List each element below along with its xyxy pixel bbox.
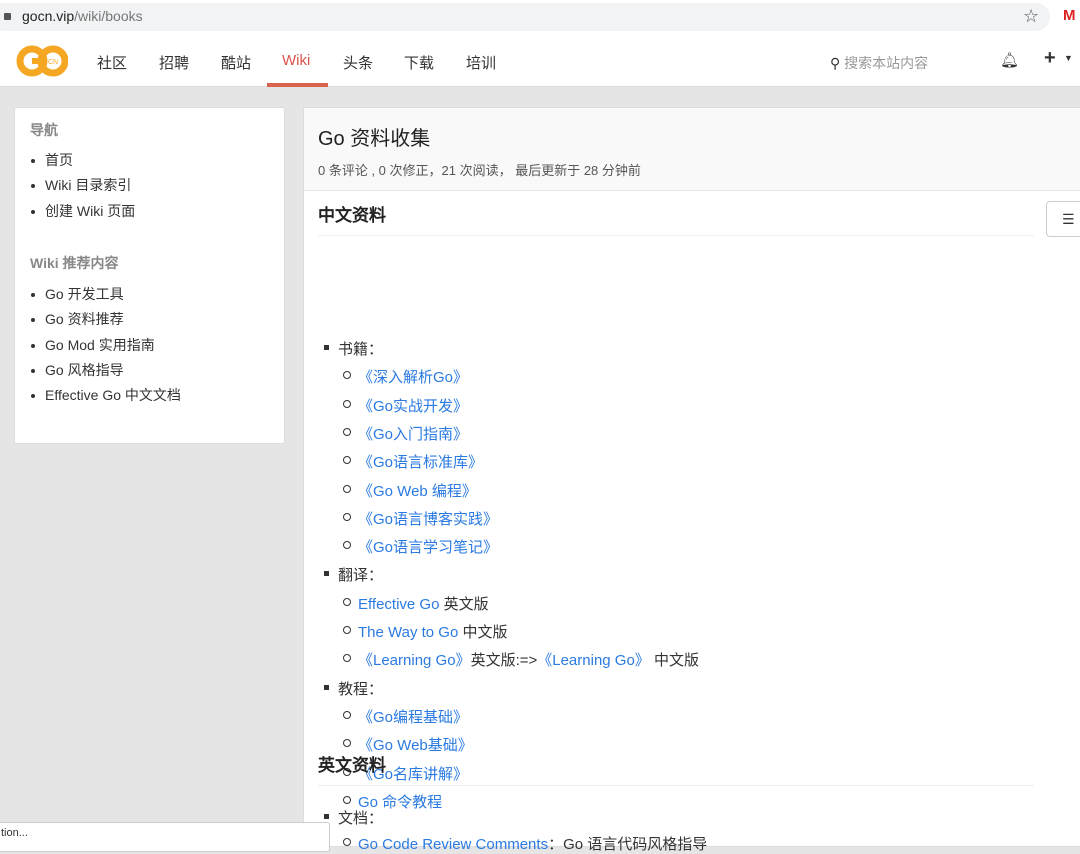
url-path: /wiki/books (74, 8, 143, 24)
resource-link[interactable]: 《Go语言标准库》 (358, 454, 483, 471)
search-icon: ⚲ (830, 55, 841, 71)
sidebar-item-create-wiki[interactable]: 创建 Wiki 页面 (30, 199, 135, 224)
plus-icon[interactable]: + (1044, 47, 1056, 70)
wiki-content: Go 资料收集 0 条评论 , 0 次修正，21 次阅读， 最后更新于 28 分… (303, 107, 1080, 853)
book-item: 《Go实战开发》 (342, 395, 468, 416)
url-field[interactable] (0, 3, 1050, 31)
books-label: 书籍： (323, 338, 384, 359)
resource-text: 中文版 (458, 624, 508, 641)
nav-item-sites[interactable]: 酷站 (221, 52, 251, 73)
sidebar-rec-item[interactable]: Go 开发工具 (31, 282, 181, 307)
sidebar-rec-item[interactable]: Go 资料推荐 (31, 307, 181, 332)
search-placeholder: 搜索本站内容 (844, 55, 929, 71)
sidebar-rec-item[interactable]: Go 风格指导 (31, 358, 181, 383)
tutorials-label: 教程： (323, 678, 384, 699)
sidebar-nav-list: 首页 Wiki 目录索引 创建 Wiki 页面 (30, 148, 135, 224)
site-navbar: CN 社区 招聘 酷站 Wiki 头条 下载 培训 ⚲ 搜索本站内容 🔔︎ + … (0, 36, 1080, 87)
book-item: 《深入解析Go》 (342, 366, 468, 387)
resource-text: 中文版 (649, 652, 699, 670)
sidebar-rec-item[interactable]: Go Mod 实用指南 (31, 333, 181, 358)
sidebar-item-home[interactable]: 首页 (30, 148, 135, 173)
resource-link[interactable]: Effective Go (358, 596, 439, 613)
translations-label: 翻译： (323, 564, 384, 585)
resource-link[interactable]: 《Go语言学习笔记》 (358, 539, 498, 556)
sidebar-rec-list: Go 开发工具 Go 资料推荐 Go Mod 实用指南 Go 风格指导 Effe… (31, 282, 181, 408)
section-chinese: 中文资料 (318, 201, 1034, 236)
resource-link[interactable]: 《Learning Go》 (537, 652, 650, 669)
url-text[interactable]: gocn.vip/wiki/books (22, 8, 143, 24)
resource-text: 书籍： (338, 341, 384, 358)
toc-list-icon[interactable]: ☰ (1046, 201, 1080, 237)
nav-item-headlines[interactable]: 头条 (343, 52, 373, 73)
gocn-logo[interactable]: CN (16, 45, 68, 77)
active-tab-indicator (267, 83, 328, 87)
page-meta: 0 条评论 , 0 次修正，21 次阅读， 最后更新于 28 分钟前 (318, 163, 641, 178)
resource-text: 教程： (338, 680, 384, 698)
book-item: 《Go入门指南》 (342, 423, 468, 444)
nav-item-wiki[interactable]: Wiki (282, 52, 310, 69)
book-item: 《Go语言学习笔记》 (342, 536, 498, 557)
nav-item-community[interactable]: 社区 (97, 52, 127, 73)
resource-text: 英文版:=> (470, 652, 538, 670)
docs-item: Go Code Review Comments：Go 语言代码风格指导 (342, 833, 707, 854)
bell-icon[interactable]: 🔔︎ (1000, 51, 1019, 69)
resource-link[interactable]: 《Go实战开发》 (358, 398, 468, 415)
resource-link[interactable]: 《深入解析Go》 (358, 369, 468, 386)
nav-item-jobs[interactable]: 招聘 (159, 52, 189, 73)
gmail-extension-icon[interactable]: M (1063, 7, 1076, 24)
sidebar-nav-title: 导航 (30, 122, 58, 138)
resource-text: 翻译： (338, 567, 384, 585)
tutorial-item: 《Go编程基础》 (342, 706, 468, 727)
section-english: 英文资料 (318, 751, 1034, 786)
url-host: gocn.vip (22, 8, 75, 24)
status-bar: tion... (0, 822, 330, 852)
book-item: 《Go Web 编程》 (343, 480, 477, 501)
page-title: Go 资料收集 (318, 128, 431, 150)
resource-link[interactable]: 《Learning Go》 (358, 652, 471, 669)
sidebar-item-wiki-index[interactable]: Wiki 目录索引 (30, 173, 135, 198)
sidebar-rec-title: Wiki 推荐内容 (30, 255, 119, 271)
docs-label: 文档： (323, 807, 383, 828)
nav-item-downloads[interactable]: 下载 (404, 52, 434, 73)
resource-link[interactable]: The Way to Go (358, 624, 458, 641)
translation-item: Effective Go 英文版 (343, 593, 489, 614)
sidebar: 导航 首页 Wiki 目录索引 创建 Wiki 页面 Wiki 推荐内容 Go … (14, 107, 285, 444)
search-input[interactable]: ⚲ 搜索本站内容 (830, 53, 928, 73)
translation-item: 《Learning Go》英文版:=>《Learning Go》 中文版 (343, 649, 699, 670)
logo-sub: CN (48, 59, 58, 66)
resource-link[interactable]: 《Go编程基础》 (358, 709, 468, 726)
resource-text: 英文版 (439, 595, 489, 613)
nav-item-training[interactable]: 培训 (466, 52, 496, 73)
resource-link[interactable]: 《Go语言博客实践》 (358, 511, 498, 528)
chevron-down-icon[interactable]: ▼ (1064, 53, 1073, 63)
page-header: Go 资料收集 0 条评论 , 0 次修正，21 次阅读， 最后更新于 28 分… (304, 108, 1080, 191)
book-item: 《Go语言博客实践》 (342, 508, 498, 529)
lock-icon (4, 13, 11, 20)
book-item: 《Go语言标准库》 (342, 451, 483, 472)
resource-link[interactable]: 《Go Web 编程》 (358, 483, 477, 500)
browser-address-bar: gocn.vip/wiki/books ☆ M (0, 0, 1080, 36)
translation-item: The Way to Go 中文版 (342, 621, 508, 642)
resource-link[interactable]: 《Go入门指南》 (358, 426, 468, 443)
bookmark-star-icon[interactable]: ☆ (1023, 6, 1039, 27)
sidebar-rec-item[interactable]: Effective Go 中文文档 (31, 383, 181, 408)
